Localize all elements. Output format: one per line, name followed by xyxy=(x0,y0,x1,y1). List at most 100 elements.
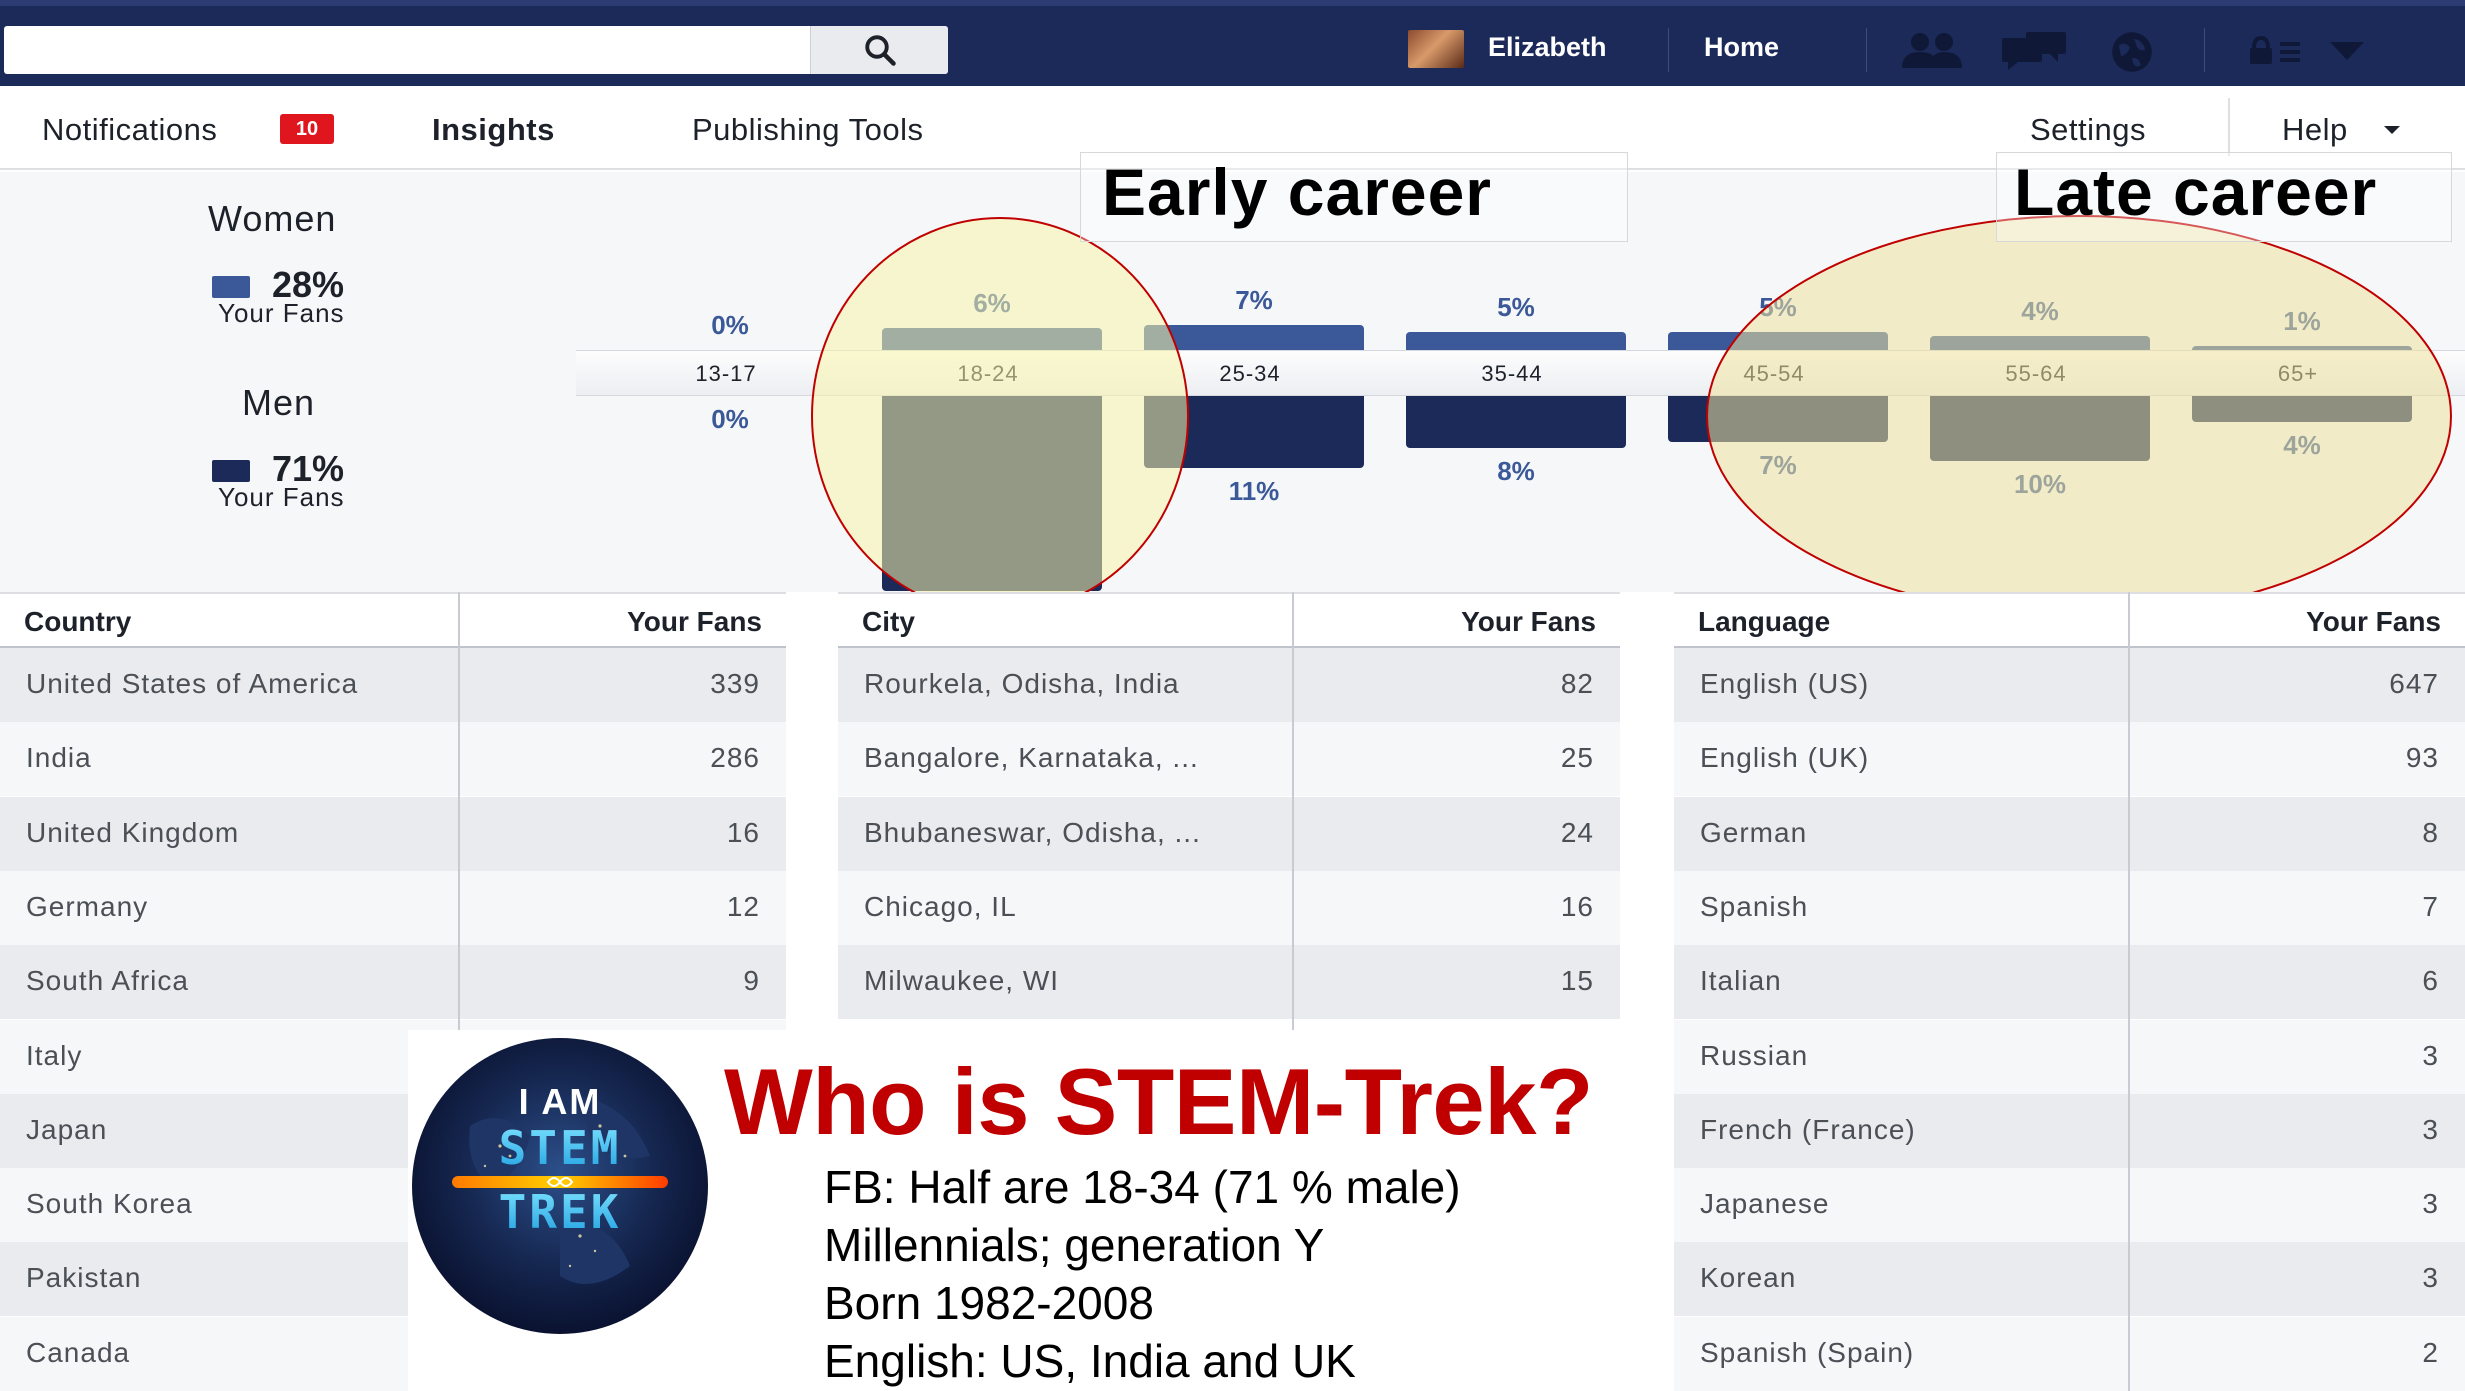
overlay-line: English: US, India and UK xyxy=(824,1335,1356,1387)
language-column-header[interactable]: Language xyxy=(1698,606,1830,638)
search-button[interactable] xyxy=(810,26,948,74)
table-row[interactable]: Bhubaneswar, Odisha, ... 24 xyxy=(838,796,1620,871)
fans-count-cell: 24 xyxy=(1560,816,1594,848)
friends-icon[interactable] xyxy=(1896,30,1968,70)
table-row[interactable]: Germany 12 xyxy=(0,870,786,945)
language-name-cell: English (US) xyxy=(1700,668,1870,699)
fans-count-cell: 647 xyxy=(2389,668,2439,699)
country-name-cell: Germany xyxy=(26,890,149,922)
city-name-cell: Chicago, IL xyxy=(864,890,1017,922)
country-name-cell: United States of America xyxy=(26,668,359,699)
language-name-cell: Spanish xyxy=(1700,890,1809,922)
table-row[interactable]: Japanese 3 xyxy=(1674,1168,2465,1243)
privacy-shortcuts-icon[interactable] xyxy=(2248,36,2308,64)
fans-count-cell: 3 xyxy=(2422,1113,2439,1145)
country-column-header[interactable]: Country xyxy=(24,606,131,638)
overlay-line: Born 1982-2008 xyxy=(824,1277,1154,1329)
search-icon xyxy=(864,35,896,66)
country-table-header: Country Your Fans xyxy=(0,592,786,648)
tab-help[interactable]: Help xyxy=(2282,112,2348,148)
language-name-cell: French (France) xyxy=(1700,1113,1916,1145)
fans-count-cell: 3 xyxy=(2422,1262,2439,1294)
table-row[interactable]: United Kingdom 16 xyxy=(0,796,786,871)
table-row[interactable]: Spanish 7 xyxy=(1674,870,2465,945)
search-input[interactable] xyxy=(4,26,810,74)
language-name-cell: German xyxy=(1700,816,1808,848)
fans-count-cell: 2 xyxy=(2422,1336,2439,1368)
top-navigation-bar: Elizabeth Home xyxy=(0,0,2465,86)
city-name-cell: Rourkela, Odisha, India xyxy=(864,668,1180,699)
overlay-title: Who is STEM-Trek? xyxy=(724,1049,1593,1154)
tab-insights[interactable]: Insights xyxy=(432,112,555,148)
language-fans-column-header[interactable]: Your Fans xyxy=(2306,606,2441,638)
fans-count-cell: 339 xyxy=(710,668,760,699)
fans-count-cell: 8 xyxy=(2422,816,2439,848)
fans-count-cell: 25 xyxy=(1560,742,1594,774)
table-row[interactable]: Milwaukee, WI 15 xyxy=(838,945,1620,1020)
table-row[interactable]: United States of America 339 xyxy=(0,648,786,722)
globe-notifications-icon[interactable] xyxy=(2110,30,2154,74)
table-row[interactable]: Rourkela, Odisha, India 82 xyxy=(838,648,1620,722)
country-name-cell: South Korea xyxy=(26,1188,193,1220)
fans-count-cell: 3 xyxy=(2422,1188,2439,1220)
overlay-line: FB: Half are 18-34 (71 % male) xyxy=(824,1161,1461,1213)
table-row[interactable]: Korean 3 xyxy=(1674,1242,2465,1317)
early-career-highlight xyxy=(811,217,1189,592)
early-career-label: Early career xyxy=(1102,155,1492,229)
table-row[interactable]: Italian 6 xyxy=(1674,945,2465,1020)
fans-count-cell: 7 xyxy=(2422,890,2439,922)
fans-count-cell: 6 xyxy=(2422,965,2439,997)
account-menu-chevron-icon[interactable] xyxy=(2330,42,2364,60)
logo-text-i-am: I AM xyxy=(519,1081,602,1122)
language-table-header: Language Your Fans xyxy=(1674,592,2465,648)
country-fans-column-header[interactable]: Your Fans xyxy=(627,606,762,638)
city-table-header: City Your Fans xyxy=(838,592,1620,648)
table-row[interactable]: English (US) 647 xyxy=(1674,648,2465,722)
help-dropdown-caret-icon[interactable] xyxy=(2384,126,2400,134)
logo-text-stem: STEM xyxy=(499,1121,622,1175)
language-name-cell: Russian xyxy=(1700,1039,1809,1071)
country-name-cell: Japan xyxy=(26,1113,108,1145)
table-row[interactable]: Spanish (Spain) 2 xyxy=(1674,1316,2465,1391)
notifications-count-badge: 10 xyxy=(280,114,334,144)
messages-icon[interactable] xyxy=(1998,30,2068,70)
nav-divider xyxy=(1866,28,1867,72)
city-name-cell: Milwaukee, WI xyxy=(864,965,1060,997)
tab-publishing-tools[interactable]: Publishing Tools xyxy=(692,112,923,148)
city-name-cell: Bangalore, Karnataka, ... xyxy=(864,742,1199,774)
overlay-line: Millennials; generation Y xyxy=(824,1219,1325,1271)
language-name-cell: Italian xyxy=(1700,965,1782,997)
fans-count-cell: 93 xyxy=(2405,742,2439,774)
country-name-cell: Canada xyxy=(26,1336,131,1368)
home-link[interactable]: Home xyxy=(1704,32,1779,63)
table-row[interactable]: French (France) 3 xyxy=(1674,1093,2465,1168)
city-column-header[interactable]: City xyxy=(862,606,915,638)
tab-notifications[interactable]: Notifications xyxy=(42,112,217,148)
country-name-cell: Italy xyxy=(26,1039,83,1071)
table-row[interactable]: India 286 xyxy=(0,722,786,797)
fans-count-cell: 15 xyxy=(1560,965,1594,997)
city-name-cell: Bhubaneswar, Odisha, ... xyxy=(864,816,1201,848)
avatar[interactable] xyxy=(1408,30,1464,68)
table-row[interactable]: South Africa 9 xyxy=(0,945,786,1020)
table-row[interactable]: Chicago, IL 16 xyxy=(838,870,1620,945)
late-career-highlight xyxy=(1706,215,2452,592)
table-row[interactable]: Russian 3 xyxy=(1674,1019,2465,1094)
city-fans-column-header[interactable]: Your Fans xyxy=(1461,606,1596,638)
tab-divider xyxy=(2228,98,2230,156)
language-table: Language Your Fans English (US) 647 Englis… xyxy=(1674,592,2465,1391)
column-divider xyxy=(2128,592,2130,1391)
stem-trek-overlay: I AM STEM TREK Who is STEM-Trek? FB: Hal… xyxy=(408,1030,1672,1391)
logo-text-trek: TREK xyxy=(499,1185,622,1239)
language-name-cell: Spanish (Spain) xyxy=(1700,1336,1915,1368)
table-row[interactable]: Bangalore, Karnataka, ... 25 xyxy=(838,722,1620,797)
fans-count-cell: 16 xyxy=(1560,890,1594,922)
country-name-cell: Pakistan xyxy=(26,1262,142,1294)
tab-settings[interactable]: Settings xyxy=(2030,112,2146,148)
fans-count-cell: 9 xyxy=(743,965,760,997)
table-row[interactable]: German 8 xyxy=(1674,796,2465,871)
profile-link[interactable]: Elizabeth xyxy=(1488,32,1607,63)
fans-count-cell: 12 xyxy=(726,890,760,922)
table-row[interactable]: English (UK) 93 xyxy=(1674,722,2465,797)
country-name-cell: South Africa xyxy=(26,965,189,997)
